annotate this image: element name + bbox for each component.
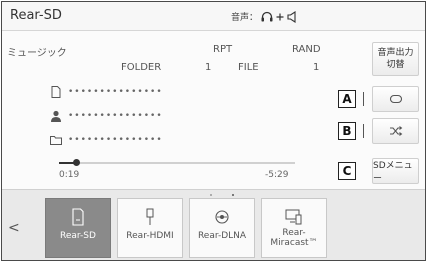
- source-label-rear-miracast: Rear- Miracast™: [270, 228, 317, 248]
- shuffle-icon: [389, 126, 402, 136]
- repeat-button[interactable]: [372, 86, 419, 112]
- page-title: Rear-SD: [10, 8, 62, 23]
- badge-b: B: [338, 122, 356, 140]
- source-label-rear-miracast-line2: Miracast™: [270, 238, 318, 248]
- track-title-icon: [51, 86, 61, 98]
- separator-a: [363, 92, 364, 106]
- source-label-rear-dlna: Rear-DLNA: [197, 231, 247, 241]
- source-label-rear-miracast-line1: Rear-: [282, 228, 306, 238]
- artist-icon: [51, 110, 61, 122]
- audio-output-switch-button[interactable]: 音声出力 切替: [372, 42, 419, 76]
- source-tile-rear-hdmi[interactable]: Rear-HDMI: [117, 198, 183, 258]
- track-title: •••••••••••••••: [68, 87, 163, 97]
- file-value: 1: [313, 62, 320, 73]
- badge-c: C: [338, 162, 356, 180]
- screen-frame: Rear-SD 音声： ミュージック RPT RAND FOLDER 1 FIL…: [1, 1, 426, 261]
- page-indicator-dot: [210, 194, 212, 196]
- source-label-rear-sd: Rear-SD: [60, 231, 96, 241]
- headphone-icon: [261, 11, 273, 22]
- rpt-label: RPT: [213, 44, 233, 55]
- audio-output-line1: 音声出力: [377, 48, 414, 58]
- progress-knob[interactable]: [72, 159, 80, 166]
- album-name: •••••••••••••••: [68, 135, 163, 145]
- elapsed-time: 0:19: [59, 170, 80, 180]
- title-bar: Rear-SD 音声：: [2, 2, 425, 31]
- source-label-rear-hdmi: Rear-HDMI: [126, 231, 174, 241]
- audio-status: 音声：: [231, 10, 297, 23]
- progress-bar[interactable]: [59, 159, 295, 166]
- folder-label: FOLDER: [121, 62, 162, 73]
- rand-label: RAND: [292, 44, 321, 55]
- back-arrow-button[interactable]: <: [8, 220, 20, 236]
- remaining-time: -5:29: [265, 170, 289, 180]
- audio-output-line2: 切替: [386, 60, 405, 70]
- shuffle-button[interactable]: [372, 118, 419, 144]
- source-tile-rear-sd[interactable]: Rear-SD: [45, 198, 111, 258]
- sd-card-icon: [72, 208, 84, 226]
- sd-menu-button[interactable]: SDメニュー: [372, 158, 419, 184]
- separator-b: [363, 124, 364, 138]
- source-label: ミュージック: [7, 48, 67, 59]
- folder-value: 1: [205, 62, 212, 73]
- audio-label: 音声：: [231, 13, 259, 23]
- artist-name: •••••••••••••••: [68, 111, 163, 121]
- folder-icon: [50, 136, 62, 145]
- repeat-icon: [389, 94, 402, 104]
- page-indicator-dot-active: [232, 194, 234, 196]
- source-tile-rear-miracast[interactable]: Rear- Miracast™: [261, 198, 327, 258]
- miracast-icon: [285, 209, 302, 225]
- dlna-icon: [215, 210, 229, 224]
- hdmi-plug-icon: [146, 208, 154, 225]
- source-bar: < Rear-SD Rear-HDMI Rear-DLNA Rear- Mira…: [2, 189, 425, 260]
- source-tile-rear-dlna[interactable]: Rear-DLNA: [189, 198, 255, 258]
- file-label: FILE: [238, 62, 259, 73]
- speaker-icon: [287, 10, 296, 23]
- plus-icon: [276, 13, 284, 20]
- badge-a: A: [338, 90, 356, 108]
